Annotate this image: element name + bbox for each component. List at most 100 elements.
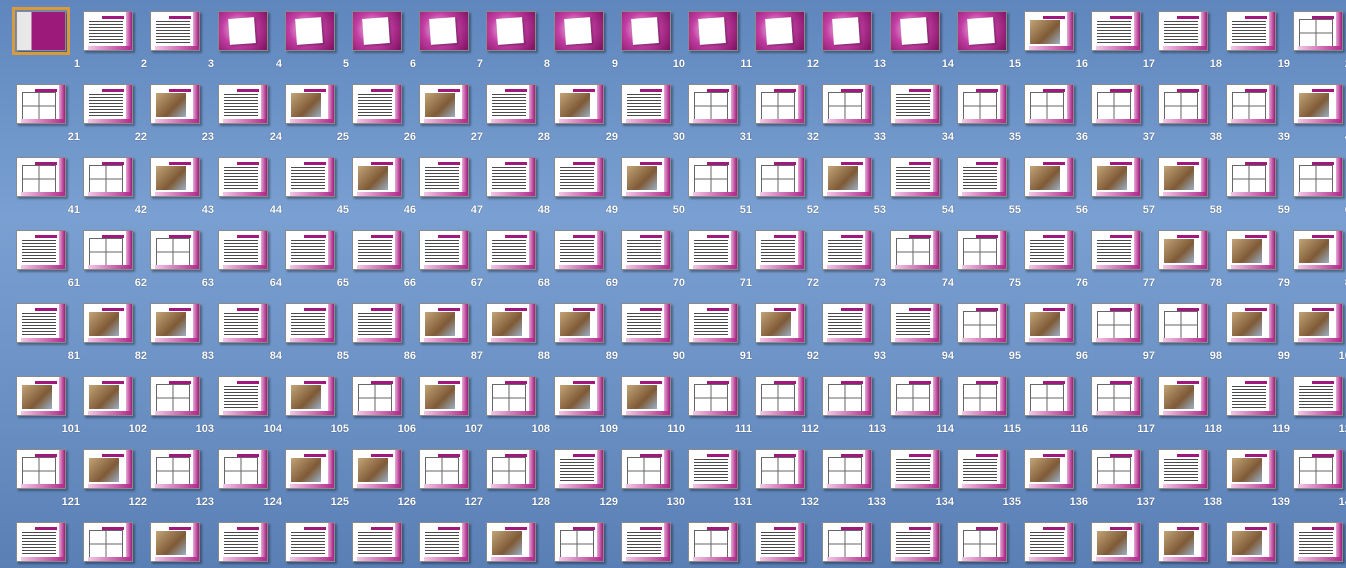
slide-thumbnail[interactable] (755, 522, 805, 562)
slide-thumbnail[interactable] (1091, 230, 1141, 270)
slide-thumbnail[interactable] (822, 230, 872, 270)
slide-thumbnail[interactable] (1293, 376, 1343, 416)
slide-thumbnail[interactable] (16, 84, 66, 124)
slide-thumbnail[interactable] (688, 84, 738, 124)
slide-thumbnail[interactable] (1024, 449, 1074, 489)
slide-thumbnail[interactable] (890, 157, 940, 197)
slide-thumbnail[interactable] (822, 11, 872, 51)
slide-thumbnail[interactable] (486, 230, 536, 270)
slide-thumbnail[interactable] (1091, 522, 1141, 562)
slide-thumbnail[interactable] (1158, 303, 1208, 343)
slide-thumbnail[interactable] (688, 157, 738, 197)
slide-thumbnail[interactable] (1024, 84, 1074, 124)
slide-thumbnail[interactable] (1293, 449, 1343, 489)
slide-thumbnail[interactable] (621, 230, 671, 270)
slide-thumbnail[interactable] (621, 84, 671, 124)
slide-thumbnail[interactable] (285, 303, 335, 343)
slide-thumbnail[interactable] (1091, 449, 1141, 489)
slide-thumbnail[interactable] (419, 11, 469, 51)
slide-thumbnail[interactable] (822, 522, 872, 562)
slide-thumbnail[interactable] (1091, 376, 1141, 416)
slide-thumbnail[interactable] (486, 84, 536, 124)
slide-thumbnail[interactable] (621, 522, 671, 562)
slide-thumbnail[interactable] (1158, 230, 1208, 270)
slide-thumbnail[interactable] (285, 230, 335, 270)
slide-thumbnail[interactable] (554, 303, 604, 343)
slide-thumbnail[interactable] (1024, 157, 1074, 197)
slide-thumbnail[interactable] (486, 11, 536, 51)
slide-thumbnail[interactable] (218, 376, 268, 416)
slide-thumbnail[interactable] (1293, 157, 1343, 197)
slide-thumbnail[interactable] (1293, 522, 1343, 562)
slide-thumbnail[interactable] (150, 376, 200, 416)
slide-thumbnail[interactable] (16, 376, 66, 416)
slide-thumbnail[interactable] (1293, 230, 1343, 270)
slide-thumbnail[interactable] (218, 449, 268, 489)
slide-thumbnail[interactable] (83, 449, 133, 489)
slide-thumbnail[interactable] (1091, 303, 1141, 343)
slide-thumbnail[interactable] (83, 230, 133, 270)
slide-thumbnail[interactable] (352, 157, 402, 197)
slide-thumbnail[interactable] (1024, 376, 1074, 416)
slide-thumbnail[interactable] (352, 449, 402, 489)
slide-thumbnail[interactable] (218, 11, 268, 51)
slide-thumbnail[interactable] (1024, 230, 1074, 270)
slide-thumbnail[interactable] (419, 449, 469, 489)
slide-thumbnail[interactable] (688, 11, 738, 51)
slide-thumbnail[interactable] (285, 11, 335, 51)
slide-thumbnail[interactable] (1024, 522, 1074, 562)
slide-thumbnail[interactable] (150, 230, 200, 270)
slide-sorter-view[interactable]: 1234567891011121314151617181920212223242… (0, 0, 1346, 568)
slide-thumbnail[interactable] (890, 11, 940, 51)
slide-thumbnail[interactable] (352, 522, 402, 562)
slide-thumbnail[interactable] (1024, 303, 1074, 343)
slide-thumbnail[interactable] (755, 11, 805, 51)
slide-thumbnail[interactable] (285, 157, 335, 197)
slide-thumbnail[interactable] (486, 157, 536, 197)
slide-thumbnail[interactable] (16, 522, 66, 562)
slide-thumbnail[interactable] (554, 157, 604, 197)
slide-thumbnail[interactable] (16, 449, 66, 489)
slide-thumbnail[interactable] (1091, 157, 1141, 197)
slide-thumbnail[interactable] (1024, 11, 1074, 51)
slide-thumbnail[interactable] (1226, 522, 1276, 562)
slide-thumbnail[interactable] (218, 84, 268, 124)
slide-thumbnail[interactable] (1226, 230, 1276, 270)
slide-thumbnail[interactable] (419, 230, 469, 270)
slide-thumbnail[interactable] (1091, 84, 1141, 124)
slide-thumbnail[interactable] (419, 303, 469, 343)
slide-thumbnail[interactable] (83, 303, 133, 343)
slide-thumbnail[interactable] (890, 230, 940, 270)
slide-thumbnail[interactable] (822, 303, 872, 343)
slide-thumbnail[interactable] (419, 522, 469, 562)
slide-thumbnail[interactable] (755, 376, 805, 416)
slide-thumbnail[interactable] (150, 84, 200, 124)
slide-thumbnail[interactable] (1226, 376, 1276, 416)
slide-thumbnail[interactable] (352, 376, 402, 416)
slide-thumbnail[interactable] (83, 11, 133, 51)
slide-thumbnail[interactable] (688, 522, 738, 562)
slide-thumbnail[interactable] (16, 303, 66, 343)
slide-thumbnail[interactable] (890, 303, 940, 343)
slide-thumbnail[interactable] (554, 376, 604, 416)
slide-thumbnail[interactable] (150, 449, 200, 489)
slide-thumbnail[interactable] (822, 376, 872, 416)
slide-thumbnail[interactable] (218, 157, 268, 197)
slide-thumbnail[interactable] (1226, 157, 1276, 197)
slide-thumbnail[interactable] (621, 157, 671, 197)
slide-thumbnail[interactable] (621, 303, 671, 343)
slide-thumbnail[interactable] (621, 11, 671, 51)
slide-thumbnail[interactable] (352, 84, 402, 124)
slide-thumbnail[interactable] (621, 449, 671, 489)
slide-thumbnail[interactable] (755, 230, 805, 270)
slide-thumbnail[interactable] (1091, 11, 1141, 51)
slide-thumbnail[interactable] (83, 522, 133, 562)
slide-thumbnail[interactable] (486, 449, 536, 489)
slide-thumbnail[interactable] (957, 376, 1007, 416)
slide-thumbnail[interactable] (1226, 11, 1276, 51)
slide-thumbnail[interactable] (1158, 376, 1208, 416)
slide-thumbnail[interactable] (16, 157, 66, 197)
slide-thumbnail[interactable] (285, 522, 335, 562)
slide-thumbnail[interactable] (218, 303, 268, 343)
slide-thumbnail[interactable] (1158, 84, 1208, 124)
